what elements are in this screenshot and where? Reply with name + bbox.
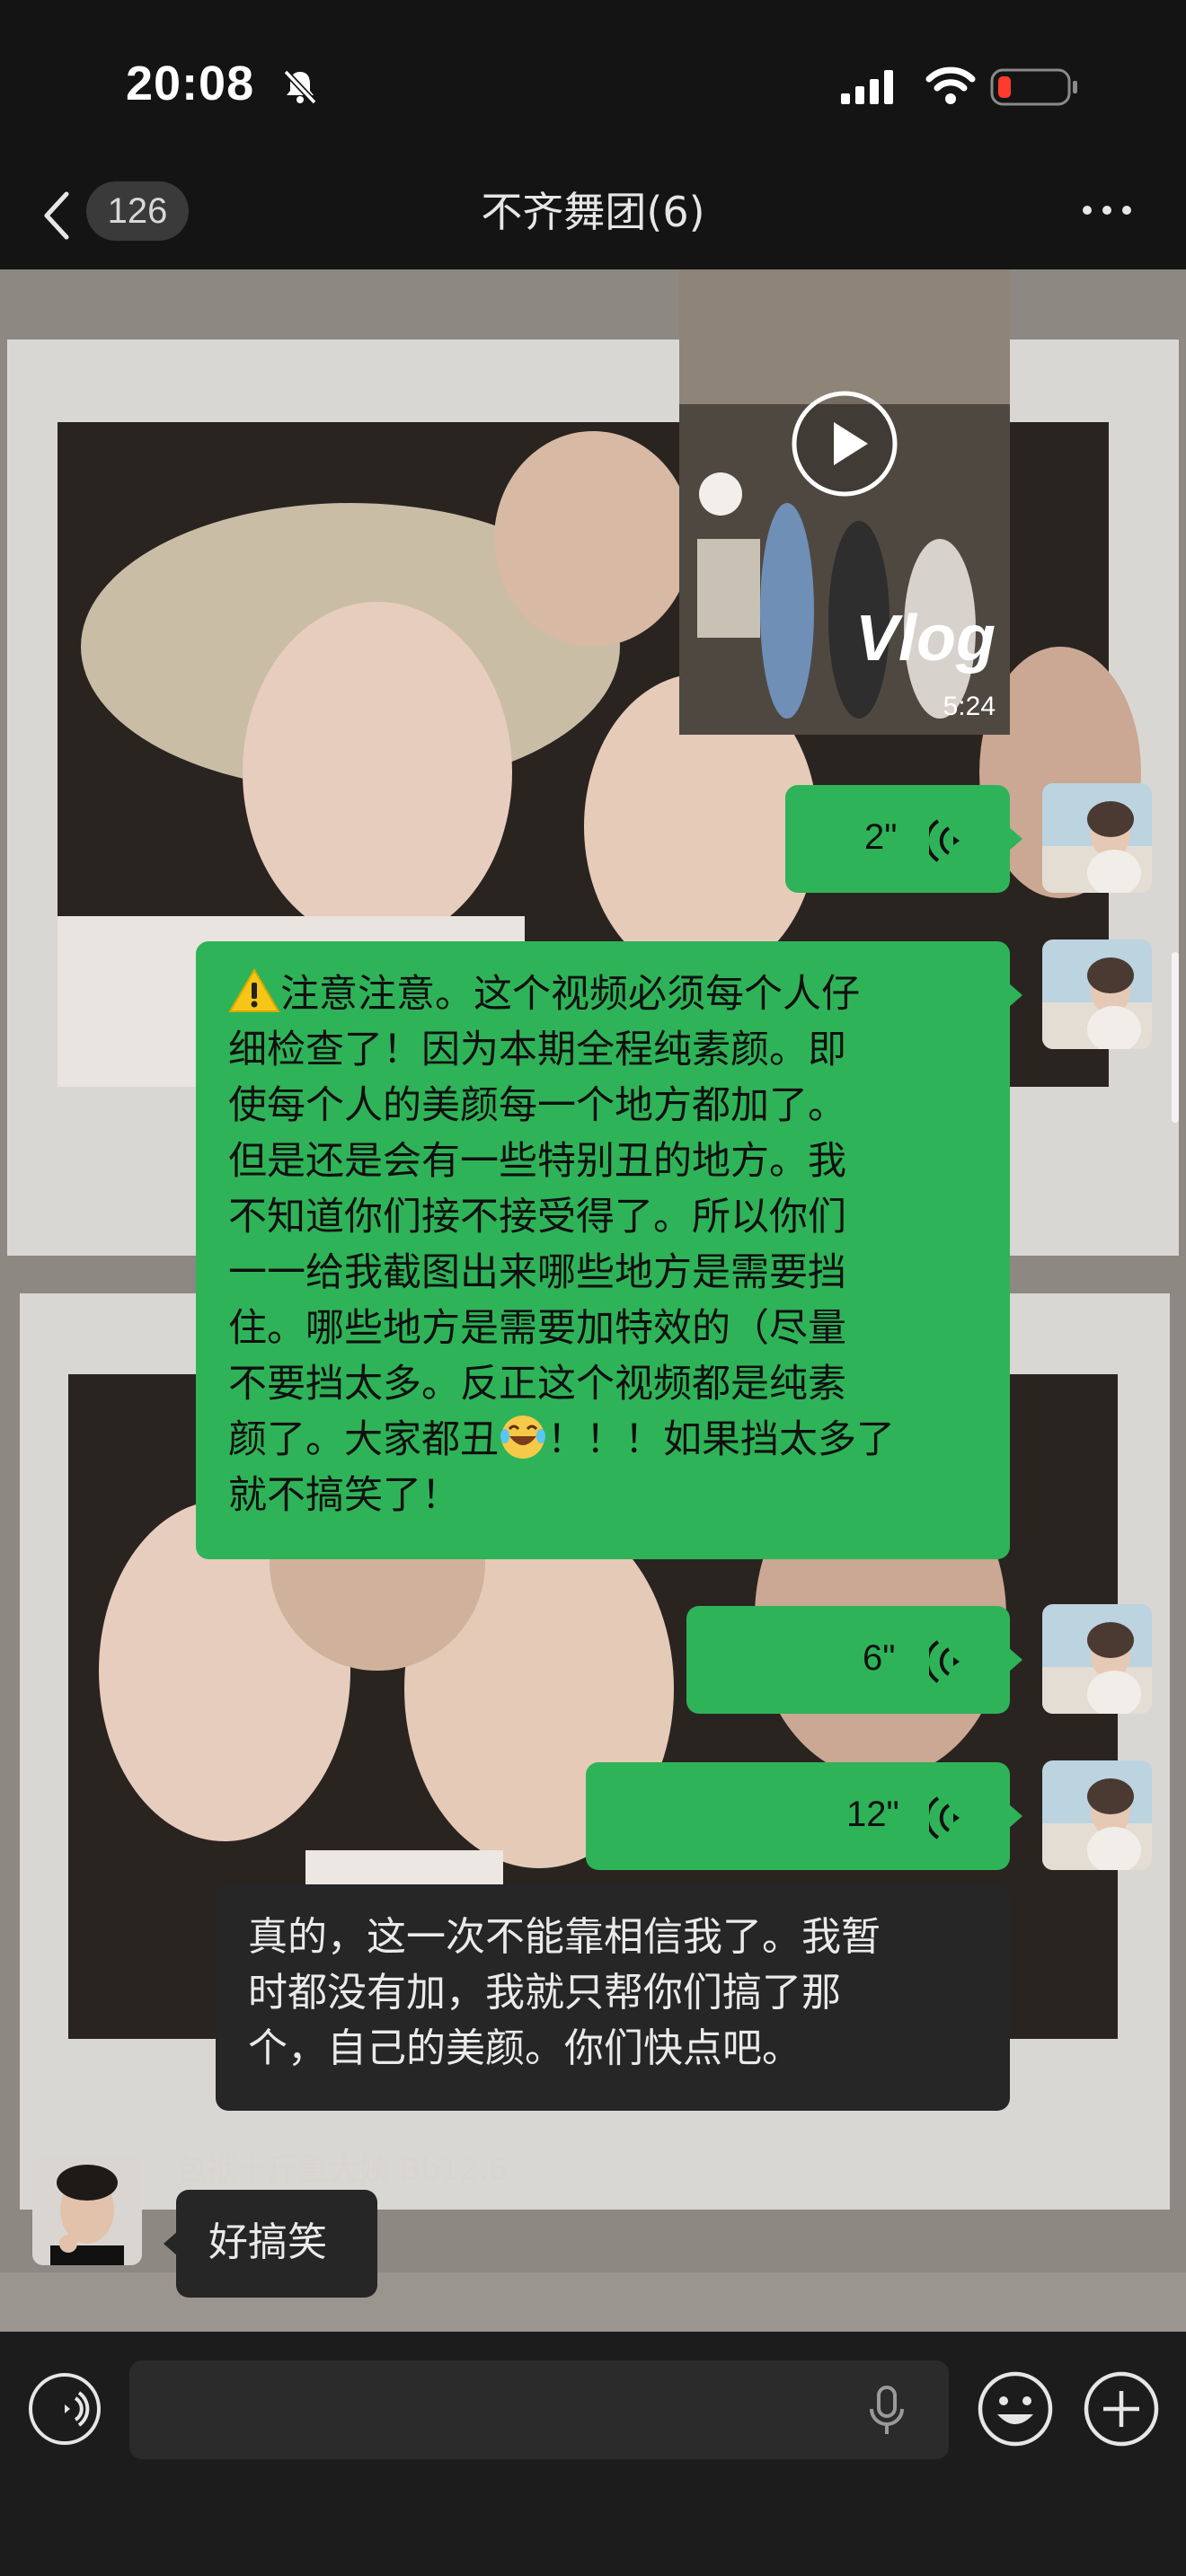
message-input[interactable] [129,2360,949,2459]
avatar-photo [32,2156,142,2265]
message-text-part1: 注意注意。这个视频必须每个人仔 细检查了！因为本期全程纯素颜。即 使每个人的美颜… [228,972,860,1462]
text-message[interactable]: 好搞笑 [164,2190,377,2298]
bubble-tail [1008,826,1022,851]
voice-wave-icon [929,1640,960,1683]
avatar-photo [1042,783,1152,893]
chevron-left-icon[interactable] [40,189,75,243]
sender-avatar[interactable] [32,2156,142,2265]
my-avatar[interactable] [1042,1760,1152,1870]
video-duration: 5:24 [943,692,996,721]
my-avatar[interactable] [1042,1604,1152,1714]
avatar-photo [1042,940,1152,1049]
sender-name: 包袱十斤重大姨 Bb12.6 [176,2152,509,2188]
my-avatar[interactable] [1042,940,1152,1049]
input-bar [0,2332,1186,2576]
wifi-icon [925,66,976,104]
voice-mode-icon[interactable] [27,2371,102,2447]
text-message[interactable]: 注意注意。这个视频必须每个人仔 细检查了！因为本期全程纯素颜。即 使每个人的美颜… [196,941,1022,1559]
voice-message[interactable]: 6" [686,1606,1022,1714]
video-message[interactable]: Vlog 5:24 [679,269,1010,735]
bubble-tail [164,2231,178,2256]
voice-duration: 12" [846,1795,899,1834]
laughing-tears-icon [500,1416,545,1459]
bubble-tail [1008,983,1022,1008]
avatar-photo [1042,1604,1152,1714]
voice-duration: 2" [864,817,898,857]
voice-message[interactable]: 2" [785,785,1022,893]
message-text: 真的，这一次不能靠相信我了。我暂 时都没有加，我就只帮你们搞了那 个，自己的美颜… [248,1914,881,2071]
chat-message-area[interactable]: Vlog 5:24 2" 注意注意。这个视频必须每个人仔 细检查了！因为本期全程… [0,269,1186,2332]
text-message[interactable]: 真的，这一次不能靠相信我了。我暂 时都没有加，我就只帮你们搞了那 个，自己的美颜… [216,1884,1010,2111]
scrollbar[interactable] [1172,952,1179,1123]
bubble-tail [1008,1804,1022,1829]
emoji-icon[interactable] [976,2369,1055,2448]
bell-slash-icon [283,69,317,105]
more-dots-icon[interactable] [1078,199,1136,221]
video-overlay-text: Vlog [855,603,996,675]
voice-message[interactable]: 12" [586,1762,1022,1870]
avatar-photo [1042,1760,1152,1870]
warning-icon [228,968,280,1012]
voice-wave-icon [929,819,960,862]
my-avatar[interactable] [1042,783,1152,893]
microphone-icon[interactable] [864,2384,909,2438]
play-icon[interactable] [789,388,900,499]
bubble-tail [1008,1647,1022,1672]
battery-low-icon [990,68,1077,106]
message-text: 注意注意。这个视频必须每个人仔 细检查了！因为本期全程纯素颜。即 使每个人的美颜… [228,966,983,1523]
voice-wave-icon [929,1796,960,1839]
voice-duration: 6" [863,1638,896,1678]
unread-count-badge[interactable]: 126 [86,181,189,241]
cellular-signal-icon [841,70,893,104]
chat-title: 不齐舞团(6) [481,188,705,236]
status-bar: 20:08 [0,0,1186,171]
message-text: 好搞笑 [208,2219,327,2265]
status-time: 20:08 [126,57,255,110]
plus-circle-icon[interactable] [1082,2369,1161,2448]
